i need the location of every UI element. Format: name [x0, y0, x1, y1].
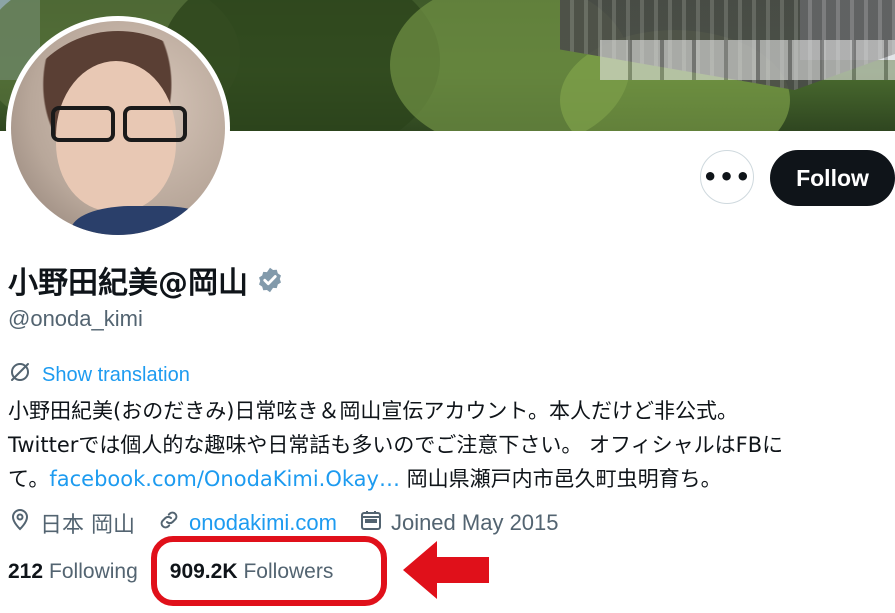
followers-highlight-box [151, 536, 387, 606]
avatar[interactable] [11, 21, 225, 235]
website-item: onodakimi.com [157, 508, 337, 538]
following-count: 212 [8, 560, 44, 583]
location-item: 日本 岡山 [8, 507, 135, 539]
profile-name-row: 小野田紀美@岡山 [8, 258, 284, 302]
show-translation-link[interactable]: Show translation [8, 360, 190, 390]
bio-facebook-link[interactable]: facebook.com/OnodaKimi.Okay… [49, 467, 400, 491]
profile-handle: @onoda_kimi [8, 306, 143, 331]
show-translation-label: Show translation [42, 363, 190, 386]
website-link[interactable]: onodakimi.com [189, 510, 337, 536]
follow-button[interactable]: Follow [770, 150, 895, 206]
location-icon [8, 508, 32, 538]
verified-badge-icon[interactable] [256, 266, 284, 294]
bio-line-2: Twitterでは個人的な趣味や日常話も多いのでご注意下さい。 オフィシャルはF… [8, 433, 784, 457]
bio-line-3: て。facebook.com/OnodaKimi.Okay… 岡山県瀬戸内市邑久… [8, 462, 888, 496]
joined-item: Joined May 2015 [359, 508, 559, 538]
following-label: Following [49, 560, 138, 583]
profile-bio: 小野田紀美(おのだきみ)日常呟き＆岡山宣伝アカウント。本人だけど非公式。 Twi… [8, 394, 888, 496]
link-icon [157, 508, 181, 538]
display-name: 小野田紀美@岡山 [8, 266, 248, 301]
arrow-annotation [403, 541, 489, 599]
bio-line-3-suffix: 岡山県瀬戸内市邑久町虫明育ち。 [399, 467, 722, 491]
following-link[interactable]: 212 Following [8, 560, 138, 584]
location-text: 日本 岡山 [40, 513, 135, 538]
bio-line-3-prefix: て。 [8, 467, 50, 491]
joined-date: Joined May 2015 [390, 510, 559, 535]
bio-line-1: 小野田紀美(おのだきみ)日常呟き＆岡山宣伝アカウント。本人だけど非公式。 [8, 399, 738, 423]
more-options-button[interactable]: ••• [700, 150, 754, 204]
translate-icon [8, 360, 32, 390]
profile-meta: 日本 岡山 onodakimi.com Joined May 2015 [8, 507, 581, 539]
calendar-icon [359, 508, 383, 538]
